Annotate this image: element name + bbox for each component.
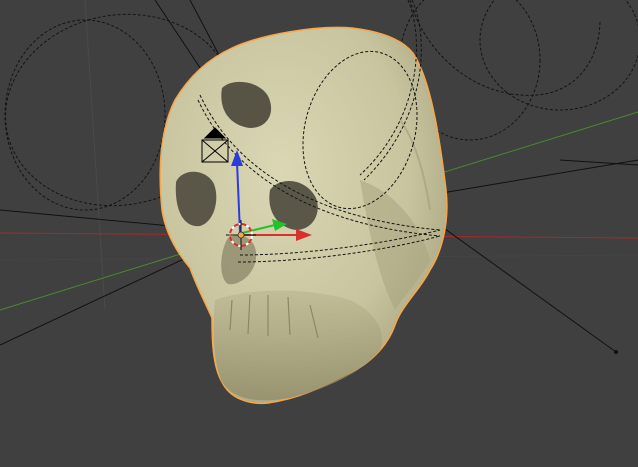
lamp-point[interactable] — [614, 350, 618, 354]
skull-mesh[interactable] — [159, 26, 448, 405]
viewport-canvas[interactable] — [0, 0, 638, 467]
3d-viewport[interactable] — [0, 0, 638, 467]
origin-dot-icon[interactable] — [237, 231, 245, 239]
skull-jaw — [213, 290, 383, 401]
